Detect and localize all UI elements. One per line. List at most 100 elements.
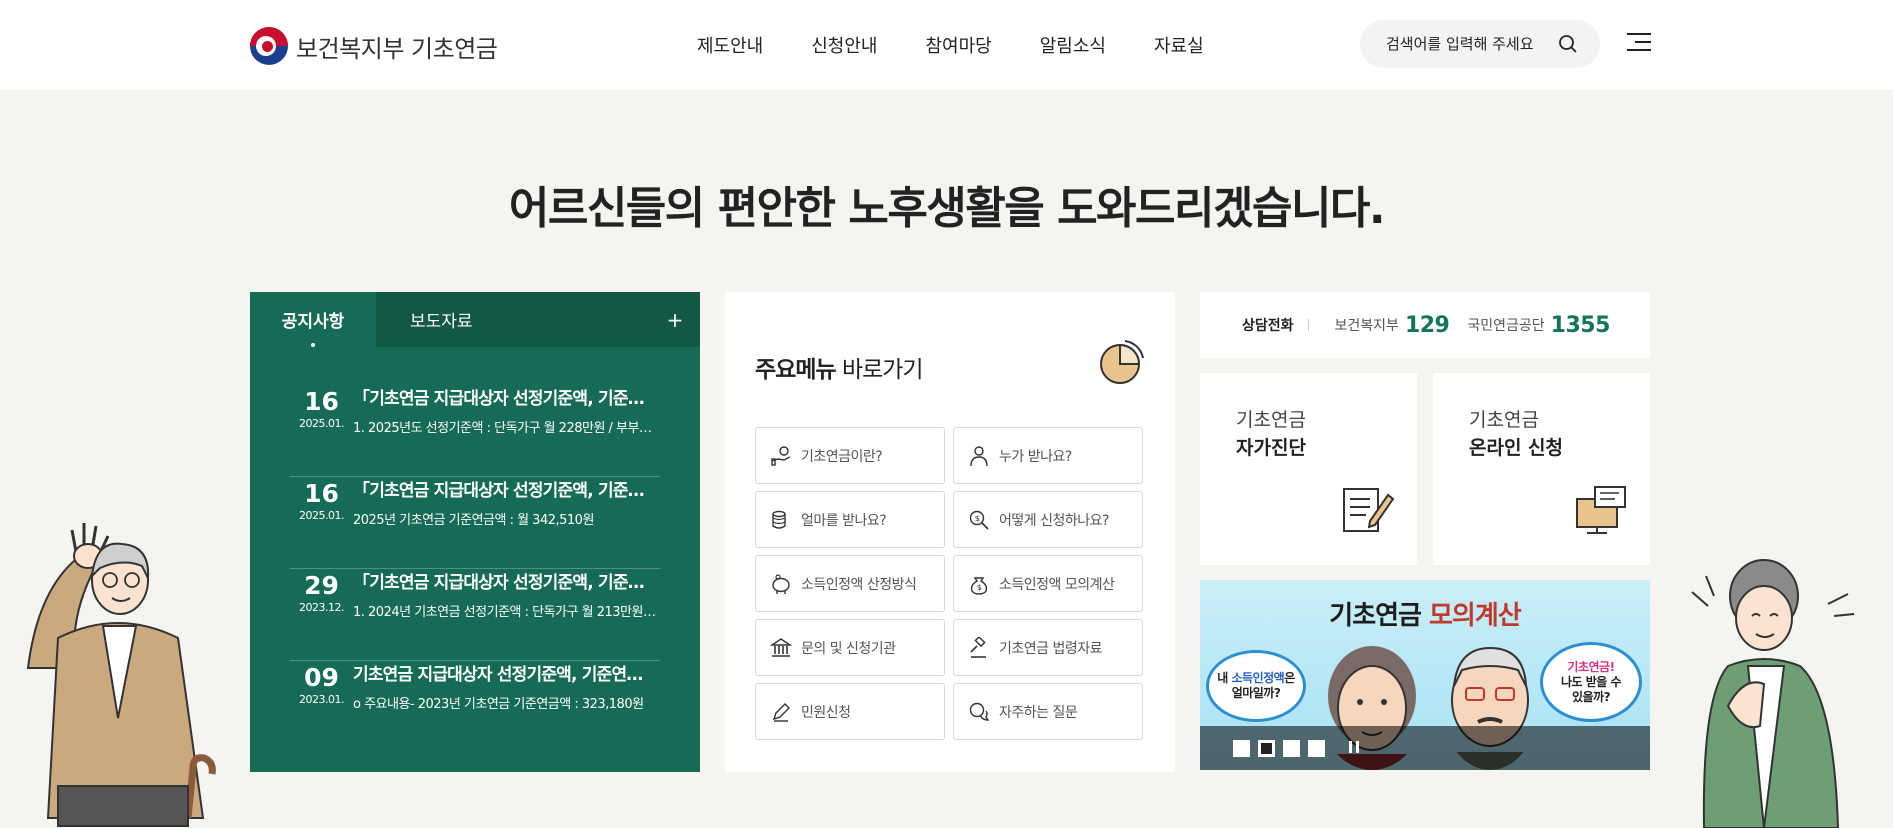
notice-year-month: 2023.01. <box>299 693 344 706</box>
quick-label: 어떻게 신청하나요? <box>999 512 1109 529</box>
slide-indicator-3[interactable] <box>1283 739 1300 757</box>
chat-bubbles-icon <box>969 702 990 721</box>
quick-contact-agencies[interactable]: 문의 및 신청기관 <box>755 619 945 676</box>
notice-item[interactable]: 29 2023.12. 「기초연금 지급대상자 선정기준액, 기준연금액 고시」… <box>290 569 660 661</box>
call-number-nps[interactable]: 1355 <box>1551 313 1611 338</box>
quick-how-to-apply[interactable]: $ 어떻게 신청하나요? <box>953 491 1143 548</box>
speech-bubble-left: 내 소득인정액은 얼마일까? <box>1206 650 1306 722</box>
quick-income-simulation[interactable]: $ 소득인정액 모의계산 <box>953 555 1143 612</box>
slide-indicator-1[interactable] <box>1233 739 1250 757</box>
quick-label: 소득인정액 산정방식 <box>801 576 917 593</box>
banner-title: 기초연금 모의계산 <box>1200 595 1650 632</box>
card-line2: 자가진단 <box>1236 437 1306 459</box>
nav-item-news[interactable]: 알림소식 <box>1040 32 1106 58</box>
search-icon[interactable] <box>1558 34 1578 54</box>
more-plus-icon[interactable]: + <box>650 292 700 347</box>
notice-title[interactable]: 「기초연금 지급대상자 선정기준액, 기준연금액 고시」 개정 <box>353 479 657 503</box>
main-nav: 제도안내 신청안내 참여마당 알림소식 자료실 <box>697 32 1204 58</box>
search-box <box>1360 20 1600 68</box>
hero-bold: 편안한 노후생활 <box>717 183 1006 234</box>
quick-menu-title-rest: 바로가기 <box>835 357 924 383</box>
notice-summary: 1. 2024년 기초연금 선정기준액 : 단독가구 월 213만원 / 부부가… <box>353 605 657 620</box>
quick-how-much[interactable]: 얼마를 받나요? <box>755 491 945 548</box>
self-diagnosis-card[interactable]: 기초연금 자가진단 <box>1200 373 1417 565</box>
bubble-left-d: 얼마일까? <box>1231 686 1281 700</box>
quick-label: 민원신청 <box>801 704 851 721</box>
banner-title-a: 기초연금 <box>1329 601 1430 631</box>
notice-day: 29 <box>304 571 339 600</box>
call-number-mohw[interactable]: 129 <box>1405 313 1450 338</box>
quick-menu-title: 주요메뉴 바로가기 <box>755 350 924 384</box>
gavel-icon <box>970 636 986 658</box>
search-coin-icon: $ <box>969 510 989 530</box>
notice-summary: o 주요내용- 2023년 기초연금 기준연금액 : 323,180원 <box>353 697 644 712</box>
nav-item-apply[interactable]: 신청안내 <box>811 32 877 58</box>
person-icon <box>970 445 988 466</box>
hamburger-menu-icon[interactable] <box>1627 33 1651 53</box>
bank-building-icon <box>770 637 792 657</box>
quick-label: 자주하는 질문 <box>999 704 1078 721</box>
quick-legal-resources[interactable]: 기초연금 법령자료 <box>953 619 1143 676</box>
notice-summary: 1. 2025년도 선정기준액 : 단독가구 월 228만원 / 부부가구 월 … <box>353 421 657 436</box>
tab-press[interactable]: 보도자료 <box>376 292 526 347</box>
taegeuk-logo-icon <box>250 27 288 65</box>
svg-text:$: $ <box>975 514 980 523</box>
speech-bubble-right: 기초연금! 나도 받을 수 있을까? <box>1540 642 1642 722</box>
quick-faq[interactable]: 자주하는 질문 <box>953 683 1143 740</box>
bubble-right-b: 나도 받을 수 <box>1560 674 1622 689</box>
bubble-left-a: 내 <box>1217 671 1232 685</box>
simulation-banner[interactable]: 기초연금 모의계산 내 소득인정액은 얼마일까? 기초연금! 나도 받을 수 있을까? <box>1200 580 1650 770</box>
site-header: 보건복지부 기초연금 제도안내 신청안내 참여마당 알림소식 자료실 <box>0 0 1893 90</box>
nav-item-participation[interactable]: 참여마당 <box>926 32 992 58</box>
notice-date: 16 2025.01. <box>290 479 353 568</box>
call-org-nps: 국민연금공단 <box>1467 318 1545 334</box>
tab-notice[interactable]: 공지사항 <box>250 292 376 347</box>
coin-stack-icon <box>772 510 786 529</box>
nav-item-system[interactable]: 제도안내 <box>697 32 763 58</box>
quick-income-method[interactable]: 소득인정액 산정방식 <box>755 555 945 612</box>
notice-panel: 공지사항 보도자료 + 16 2025.01. 「기초연금 지급대상자 선정기준… <box>250 292 700 772</box>
notice-tabs: 공지사항 보도자료 + <box>250 292 700 347</box>
notice-item[interactable]: 09 2023.01. 기초연금 지급대상자 선정기준액, 기준연금액 고시 개… <box>290 661 660 753</box>
hero-suffix: 을 도와드리겠습니다. <box>1004 183 1385 234</box>
pause-icon[interactable] <box>1349 741 1361 755</box>
quick-menu-panel: 주요메뉴 바로가기 기초연금이란? 누가 받나요? 얼마를 받나요? $ 어떻게… <box>725 292 1175 772</box>
quick-civil-petition[interactable]: 민원신청 <box>755 683 945 740</box>
notice-item[interactable]: 16 2025.01. 「기초연금 지급대상자 선정기준액, 기준연금액 고시」… <box>290 477 660 569</box>
online-application-card[interactable]: 기초연금 온라인 신청 <box>1433 373 1650 565</box>
notice-day: 16 <box>304 387 339 416</box>
card-line1: 기초연금 <box>1236 409 1306 431</box>
quick-label: 소득인정액 모의계산 <box>999 576 1115 593</box>
notice-item[interactable]: 16 2025.01. 「기초연금 지급대상자 선정기준액, 기준연금액 및 저… <box>290 385 660 477</box>
notice-title[interactable]: 「기초연금 지급대상자 선정기준액, 기준연금액 고시」 개정 <box>353 571 657 595</box>
slide-indicator-2[interactable] <box>1258 739 1275 757</box>
call-label: 상담전화 <box>1242 318 1294 334</box>
search-input[interactable] <box>1386 35 1546 53</box>
notice-summary: 2025년 기초연금 기준연금액 : 월 342,510원 <box>353 513 594 528</box>
card-line1: 기초연금 <box>1469 409 1539 431</box>
computer-monitor-icon <box>1576 486 1626 534</box>
bubble-right-a: 기초연금! <box>1567 659 1615 674</box>
hero-title: 어르신들의 편안한 노후생활을 도와드리겠습니다. <box>0 172 1893 236</box>
notice-day: 16 <box>304 479 339 508</box>
nav-item-resources[interactable]: 자료실 <box>1154 32 1204 58</box>
notice-year-month: 2023.12. <box>299 601 344 614</box>
notice-title[interactable]: 기초연금 지급대상자 선정기준액, 기준연금액 고시 개정 <box>353 663 657 687</box>
call-org-mohw: 보건복지부 <box>1334 318 1399 334</box>
quick-label: 누가 받나요? <box>999 448 1072 465</box>
call-center-box: 상담전화 보건복지부 129 국민연금공단 1355 <box>1200 292 1650 358</box>
bubble-left-c: 은 <box>1284 671 1295 685</box>
quick-who-receives[interactable]: 누가 받나요? <box>953 427 1143 484</box>
notice-title[interactable]: 「기초연금 지급대상자 선정기준액, 기준연금액 및 저소득 수급자 기준 고시… <box>353 387 657 411</box>
quick-what-is-pension[interactable]: 기초연금이란? <box>755 427 945 484</box>
card-line2: 온라인 신청 <box>1469 437 1564 459</box>
site-logo[interactable]: 보건복지부 기초연금 <box>250 27 498 65</box>
notice-list: 16 2025.01. 「기초연금 지급대상자 선정기준액, 기준연금액 및 저… <box>250 347 700 753</box>
banner-controls <box>1200 726 1650 770</box>
banner-title-b: 모의계산 <box>1429 601 1522 631</box>
slide-indicator-4[interactable] <box>1308 739 1325 757</box>
notice-date: 29 2023.12. <box>290 571 353 660</box>
piggy-bank-icon <box>772 573 790 594</box>
quick-label: 기초연금 법령자료 <box>999 640 1103 657</box>
quick-label: 얼마를 받나요? <box>801 512 887 529</box>
